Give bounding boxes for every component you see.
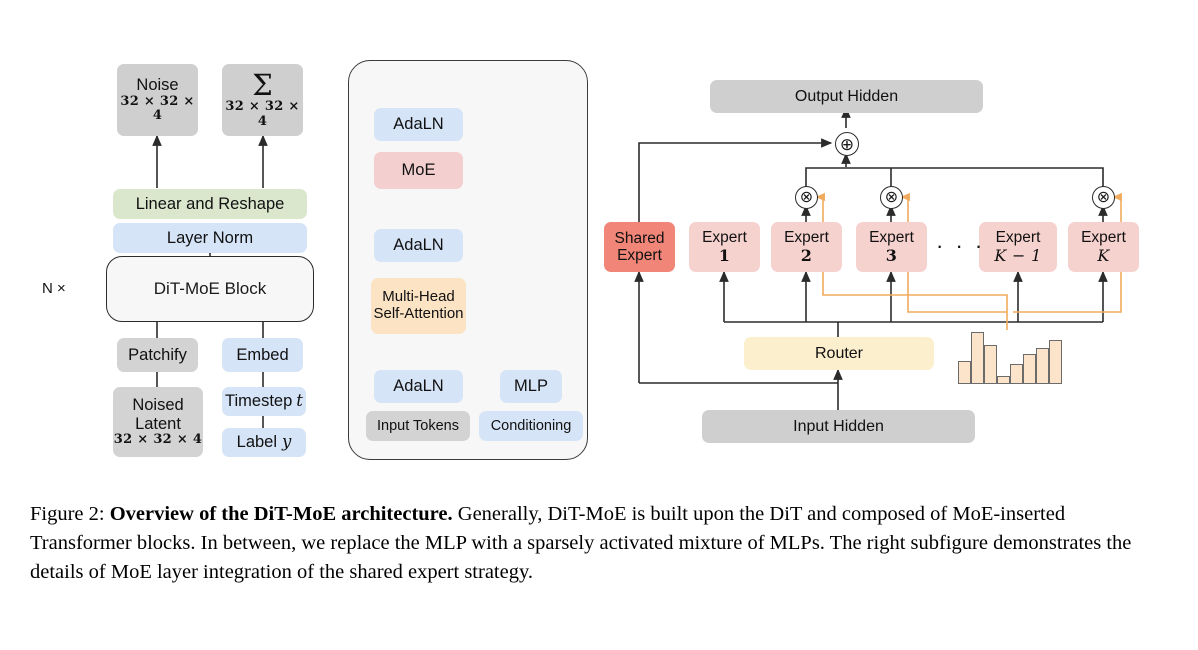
multi-head-self-attention-box: Multi-Head Self-Attention <box>371 278 466 334</box>
noise-output-box: Noise 32 × 32 × 4 <box>117 64 198 136</box>
mlp-box: MLP <box>500 370 562 403</box>
histogram-bar <box>1023 353 1036 384</box>
add-operator-icon: ⊕ <box>835 132 859 156</box>
sigma-label: Σ <box>252 67 273 102</box>
attention-line2: Self-Attention <box>373 305 464 322</box>
expert-line1: Shared <box>614 229 665 247</box>
expert-box-k: Expert K <box>1068 222 1139 272</box>
histogram-bar <box>971 332 984 384</box>
expert-line2: Expert <box>617 247 662 264</box>
label-box: Label y <box>222 428 306 457</box>
experts-ellipsis: · · · <box>936 233 986 258</box>
histogram-bar <box>1010 364 1023 384</box>
moe-box: MoE <box>374 152 463 189</box>
expert-line1: Expert <box>1081 229 1126 247</box>
label-text: Label <box>236 433 278 452</box>
histogram-bar <box>958 360 971 384</box>
expert-line1: Expert <box>784 229 829 247</box>
expert-box-1: Expert 1 <box>689 222 760 272</box>
expert-line2: 1 <box>718 245 731 265</box>
mul-symbol-glyph: ⊗ <box>1096 188 1111 206</box>
expert-line2: 2 <box>800 245 813 265</box>
output-hidden-box: Output Hidden <box>710 80 983 113</box>
multiply-operator-icon-expertK: ⊗ <box>1092 186 1115 209</box>
expert-line2: K <box>1097 245 1110 265</box>
sigma-output-box: Σ 32 × 32 × 4 <box>222 64 303 136</box>
label-variable: y <box>282 432 292 452</box>
router-box: Router <box>744 337 934 370</box>
expert-line1: Expert <box>995 229 1041 247</box>
noise-label: Noise <box>136 76 179 95</box>
multiply-operator-icon-expert3: ⊗ <box>880 186 903 209</box>
embed-box: Embed <box>222 338 303 372</box>
noised-latent-line2: Latent <box>135 414 181 433</box>
layer-norm-box: Layer Norm <box>113 223 307 253</box>
noised-latent-dims: 32 × 32 × 4 <box>113 432 203 448</box>
mul-symbol-glyph: ⊗ <box>884 188 899 206</box>
dit-moe-block[interactable]: DiT-MoE Block <box>106 256 314 322</box>
noise-dims: 32 × 32 × 4 <box>120 93 195 124</box>
timestep-variable: t <box>296 391 303 411</box>
input-tokens-box: Input Tokens <box>366 411 470 441</box>
linear-and-reshape-box: Linear and Reshape <box>113 189 307 219</box>
expert-line1: Expert <box>702 229 747 247</box>
sigma-dims: 32 × 32 × 4 <box>225 98 300 129</box>
noised-latent-box: Noised Latent 32 × 32 × 4 <box>113 387 203 457</box>
expert-line2: 3 <box>885 245 898 265</box>
histogram-bar <box>997 376 1010 384</box>
conditioning-box: Conditioning <box>479 411 583 441</box>
timestep-label: Timestep <box>225 392 293 411</box>
caption-figure-number: Figure 2: <box>30 503 105 525</box>
router-distribution-histogram <box>958 332 1062 384</box>
input-hidden-box: Input Hidden <box>702 410 975 443</box>
mul-symbol-glyph: ⊗ <box>799 188 814 206</box>
expert-box-3: Expert 3 <box>856 222 927 272</box>
figure-caption: Figure 2: Overview of the DiT-MoE archit… <box>30 500 1170 587</box>
histogram-bar <box>1049 339 1062 384</box>
expert-box-2: Expert 2 <box>771 222 842 272</box>
add-symbol-glyph: ⊕ <box>839 134 855 154</box>
caption-bold-title: Overview of the DiT-MoE architecture. <box>109 503 453 525</box>
noised-latent-line1: Noised <box>132 396 184 415</box>
adaln-top-box: AdaLN <box>374 108 463 141</box>
expert-box-k-minus-1: Expert K − 1 <box>979 222 1057 272</box>
adaln-mid-box: AdaLN <box>374 229 463 262</box>
timestep-box: Timestep t <box>222 387 306 416</box>
dit-moe-block-label: DiT-MoE Block <box>153 279 267 298</box>
expert-line2: K − 1 <box>994 245 1042 265</box>
patchify-box: Patchify <box>117 338 198 372</box>
multiply-operator-icon-expert2: ⊗ <box>795 186 818 209</box>
expert-box-shared: Shared Expert <box>604 222 675 272</box>
figure-container: Noise 32 × 32 × 4 Σ 32 × 32 × 4 Linear a… <box>0 0 1198 650</box>
adaln-bottom-box: AdaLN <box>374 370 463 403</box>
repeat-count-label: N × <box>42 280 66 297</box>
histogram-bar <box>1036 347 1049 384</box>
expert-line1: Expert <box>869 229 914 247</box>
histogram-bar <box>984 345 997 384</box>
attention-line1: Multi-Head <box>382 288 455 306</box>
